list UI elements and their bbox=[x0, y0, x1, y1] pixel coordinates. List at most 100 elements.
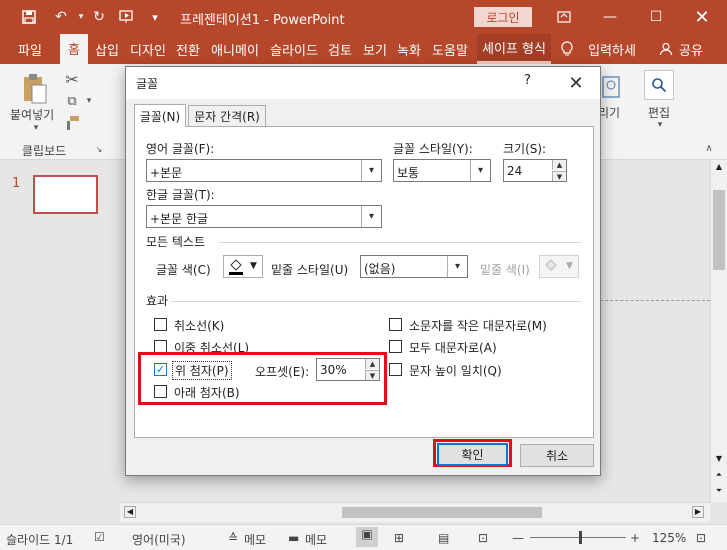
tab-view[interactable]: 보기 bbox=[360, 34, 390, 64]
tab-insert[interactable]: 삽입 bbox=[92, 34, 122, 64]
minimize-icon[interactable]: — bbox=[587, 0, 633, 34]
small-caps-checkbox[interactable] bbox=[389, 318, 402, 331]
all-caps-label[interactable]: 모두 대문자로(A) bbox=[409, 339, 497, 356]
share-button[interactable]: 공유 bbox=[676, 34, 706, 64]
chevron-down-icon[interactable]: ▾ bbox=[361, 206, 381, 227]
equalize-height-label[interactable]: 문자 높이 일치(Q) bbox=[409, 362, 502, 379]
language-indicator[interactable]: 영어(미국) bbox=[132, 531, 186, 548]
clipboard-launcher-icon[interactable]: ↘ bbox=[94, 144, 104, 154]
notes-toggle[interactable]: 메모 bbox=[244, 531, 266, 548]
strikethrough-label[interactable]: 취소선(K) bbox=[174, 317, 224, 334]
vertical-scroll-thumb[interactable] bbox=[713, 190, 725, 270]
language-check-icon[interactable]: ☑ bbox=[94, 530, 105, 544]
horizontal-scrollbar[interactable]: ◀ ▶ bbox=[120, 502, 710, 522]
tab-record[interactable]: 녹화 bbox=[394, 34, 424, 64]
small-caps-label[interactable]: 소문자를 작은 대문자로(M) bbox=[409, 317, 547, 334]
vertical-scrollbar[interactable]: ▲ ▼ ⏶ ⏷ bbox=[710, 160, 727, 502]
ok-button[interactable]: 확인 bbox=[437, 443, 508, 466]
copy-icon[interactable]: ⧉ bbox=[62, 92, 82, 110]
zoom-slider-thumb[interactable] bbox=[579, 531, 582, 544]
start-slideshow-icon[interactable] bbox=[116, 6, 138, 28]
font-size-value: 24 bbox=[507, 164, 523, 178]
undo-icon[interactable]: ↶ bbox=[50, 6, 72, 28]
tell-me-search[interactable]: 입력하세 bbox=[586, 34, 638, 64]
tab-font[interactable]: 글꼴(N) bbox=[134, 104, 186, 127]
fit-to-window-icon[interactable]: ⊡ bbox=[696, 531, 706, 545]
ribbon-tabs: 파일 홈 삽입 디자인 전환 애니메이 슬라이드 검토 보기 녹화 도움말 셰이… bbox=[0, 34, 727, 64]
reading-view-icon[interactable]: ▤ bbox=[438, 531, 449, 545]
drawing-icon[interactable] bbox=[600, 72, 622, 102]
edit-label[interactable]: 편집 bbox=[648, 104, 670, 121]
spin-up-icon[interactable]: ▲ bbox=[552, 160, 566, 170]
underline-style-select[interactable]: (없음) ▾ bbox=[360, 255, 468, 278]
save-icon[interactable] bbox=[18, 6, 40, 28]
copy-dropdown-icon[interactable]: ▾ bbox=[84, 94, 94, 108]
tab-help[interactable]: 도움말 bbox=[428, 34, 472, 64]
tab-animations[interactable]: 애니메이 bbox=[207, 34, 263, 64]
slideshow-view-icon[interactable]: ⊡ bbox=[478, 531, 488, 545]
scroll-up-icon[interactable]: ▲ bbox=[713, 162, 725, 174]
font-size-input[interactable]: 24 ▲ ▼ bbox=[503, 159, 567, 182]
cut-icon[interactable]: ✂ bbox=[62, 70, 82, 89]
superscript-highlight bbox=[138, 352, 387, 405]
zoom-in-icon[interactable]: + bbox=[630, 531, 640, 545]
spin-down-icon[interactable]: ▼ bbox=[552, 171, 566, 181]
zoom-out-icon[interactable]: — bbox=[512, 531, 524, 545]
share-person-icon[interactable] bbox=[658, 34, 674, 64]
comments-toggle[interactable]: 메모 bbox=[305, 531, 327, 548]
cancel-button[interactable]: 취소 bbox=[520, 444, 594, 467]
maximize-icon[interactable]: ☐ bbox=[633, 0, 679, 34]
next-slide-icon[interactable]: ⏷ bbox=[713, 486, 725, 498]
strikethrough-checkbox[interactable] bbox=[154, 318, 167, 331]
tab-design[interactable]: 디자인 bbox=[126, 34, 170, 64]
paste-dropdown-icon[interactable]: ▾ bbox=[30, 122, 42, 134]
tab-home[interactable]: 홈 bbox=[60, 34, 88, 64]
underline-style-value: (없음) bbox=[364, 262, 396, 276]
chevron-down-icon[interactable]: ▾ bbox=[447, 256, 467, 277]
collapse-ribbon-icon[interactable]: ∧ bbox=[702, 142, 716, 154]
chevron-down-icon[interactable]: ▾ bbox=[470, 160, 490, 181]
horizontal-scroll-thumb[interactable] bbox=[342, 507, 542, 518]
close-icon[interactable]: ✕ bbox=[562, 69, 590, 97]
tab-transitions[interactable]: 전환 bbox=[172, 34, 204, 64]
previous-slide-icon[interactable]: ⏶ bbox=[713, 470, 725, 482]
section-divider bbox=[171, 301, 581, 302]
edit-dropdown-icon[interactable]: ▾ bbox=[654, 120, 666, 130]
scroll-left-icon[interactable]: ◀ bbox=[124, 506, 136, 518]
format-painter-icon[interactable] bbox=[62, 114, 82, 132]
zoom-slider[interactable] bbox=[530, 537, 626, 538]
tab-character-spacing[interactable]: 문자 간격(R) bbox=[188, 105, 266, 126]
login-button[interactable]: 로그인 bbox=[474, 7, 532, 27]
drawing-label[interactable]: 리기 bbox=[598, 104, 620, 121]
scroll-down-icon[interactable]: ▼ bbox=[713, 454, 725, 466]
chevron-down-icon[interactable]: ▾ bbox=[361, 160, 381, 181]
tab-review[interactable]: 검토 bbox=[325, 34, 355, 64]
normal-view-icon[interactable]: ▣ bbox=[356, 527, 378, 547]
font-color-picker[interactable]: ▼ bbox=[223, 255, 263, 278]
customize-qat-icon[interactable]: ▾ bbox=[144, 6, 166, 28]
tab-file[interactable]: 파일 bbox=[10, 34, 50, 64]
notes-icon[interactable]: ≙ bbox=[228, 531, 238, 545]
slide-thumbnail[interactable] bbox=[33, 175, 98, 214]
underline-color-picker[interactable]: ▼ bbox=[539, 255, 579, 278]
slide-sorter-icon[interactable]: ⊞ bbox=[394, 531, 404, 545]
close-window-icon[interactable]: ✕ bbox=[679, 0, 725, 34]
comments-icon[interactable]: ▬ bbox=[288, 531, 299, 545]
edit-search-icon[interactable] bbox=[644, 70, 674, 100]
ribbon-display-options-icon[interactable] bbox=[541, 0, 587, 34]
redo-icon[interactable]: ↻ bbox=[88, 6, 110, 28]
korean-font-select[interactable]: +본문 한글 ▾ bbox=[146, 205, 382, 228]
font-size-label: 크기(S): bbox=[503, 142, 547, 156]
all-caps-checkbox[interactable] bbox=[389, 340, 402, 353]
chevron-down-icon[interactable]: ▼ bbox=[250, 261, 257, 271]
paste-label[interactable]: 붙여넣기 bbox=[10, 106, 54, 123]
equalize-height-checkbox[interactable] bbox=[389, 363, 402, 376]
latin-font-select[interactable]: +본문 ▾ bbox=[146, 159, 382, 182]
zoom-level[interactable]: 125% bbox=[652, 531, 686, 545]
scroll-right-icon[interactable]: ▶ bbox=[692, 506, 704, 518]
tab-slideshow[interactable]: 슬라이드 bbox=[266, 34, 322, 64]
help-icon[interactable]: ? bbox=[524, 73, 531, 88]
paste-icon[interactable] bbox=[20, 72, 50, 106]
tab-shape-format[interactable]: 셰이프 형식 bbox=[477, 34, 551, 64]
font-style-select[interactable]: 보통 ▾ bbox=[393, 159, 491, 182]
